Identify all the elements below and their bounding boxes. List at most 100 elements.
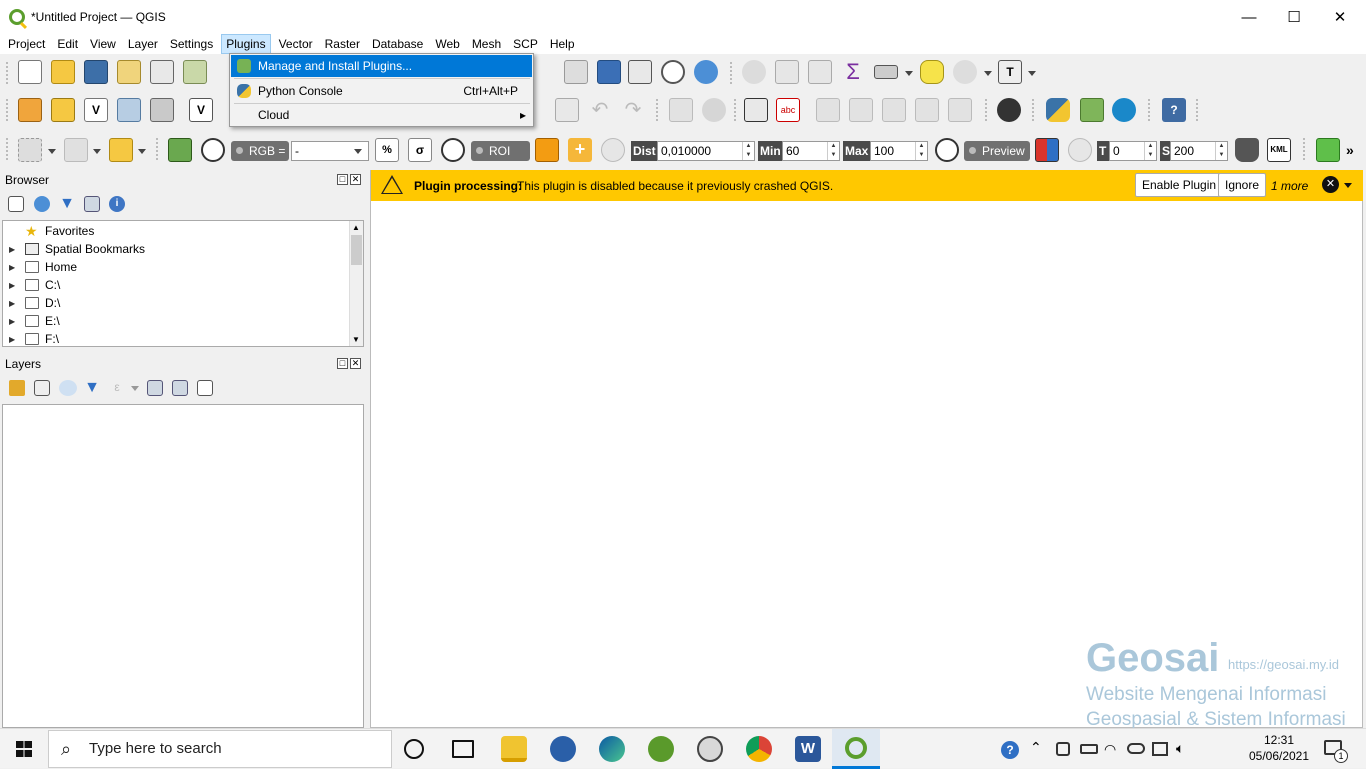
menu-edit[interactable]: Edit: [53, 34, 82, 54]
menu-mesh[interactable]: Mesh: [468, 34, 505, 54]
collapse-all-icon[interactable]: [172, 380, 188, 396]
menu-item-cloud[interactable]: Cloud ▸: [231, 104, 532, 126]
show-hide-labels-icon[interactable]: [849, 98, 873, 122]
zoom-preview-icon[interactable]: [935, 138, 959, 162]
menu-scp[interactable]: SCP: [509, 34, 542, 54]
network-icon[interactable]: [1152, 742, 1168, 756]
menu-item-manage-plugins[interactable]: Manage and Install Plugins...: [231, 55, 532, 77]
quickmapservices-icon[interactable]: [997, 98, 1021, 122]
move-label-icon[interactable]: [882, 98, 906, 122]
field-calculator-icon[interactable]: [808, 60, 832, 84]
save-project-icon[interactable]: [84, 60, 108, 84]
chevron-down-icon[interactable]: [984, 71, 992, 76]
local-cumulative-stretch-icon[interactable]: %: [375, 138, 399, 162]
close-panel-button[interactable]: ✕: [350, 174, 361, 185]
add-roi-icon[interactable]: +: [568, 138, 592, 162]
undo-icon[interactable]: ↶: [588, 98, 612, 122]
expand-arrow-icon[interactable]: ▶: [9, 299, 19, 308]
refresh-icon[interactable]: [34, 196, 50, 212]
battery-icon[interactable]: [1080, 744, 1098, 754]
chevron-down-icon[interactable]: [905, 71, 913, 76]
word-icon[interactable]: W: [795, 736, 821, 762]
expand-arrow-icon[interactable]: ▶: [9, 281, 19, 290]
t-field[interactable]: 0 ▲ ▼: [1109, 141, 1157, 161]
measure-line-icon[interactable]: [874, 65, 898, 79]
qgis-desktop-icon[interactable]: [550, 736, 576, 762]
tree-item-spatial-bookmarks[interactable]: ▶ Spatial Bookmarks: [3, 240, 145, 258]
toolbar-overflow-button[interactable]: »: [1346, 138, 1360, 162]
scroll-down-arrow-icon[interactable]: ▼: [352, 335, 360, 344]
earth-app-icon[interactable]: [648, 736, 674, 762]
close-message-icon[interactable]: ✕: [1322, 176, 1339, 193]
filter-by-expression-icon[interactable]: ε: [109, 380, 125, 396]
remove-temp-files-icon[interactable]: [1235, 138, 1259, 162]
std-dev-stretch-icon[interactable]: σ: [408, 138, 432, 162]
open-layer-styling-icon[interactable]: [9, 380, 25, 396]
create-roi-icon[interactable]: [535, 138, 559, 162]
kml-export-icon[interactable]: KML: [1267, 138, 1291, 162]
cortana-icon[interactable]: [404, 739, 424, 759]
pin-labels-icon[interactable]: [816, 98, 840, 122]
t-spinner[interactable]: ▲ ▼: [1144, 142, 1156, 160]
min-field[interactable]: 60 ▲ ▼: [782, 141, 840, 161]
s-field[interactable]: 200 ▲ ▼: [1170, 141, 1228, 161]
preview-pointer-icon[interactable]: [1035, 138, 1059, 162]
select-features-icon[interactable]: [18, 138, 42, 162]
chevron-down-icon[interactable]: [1028, 71, 1036, 76]
zoom-input-image-icon[interactable]: [201, 138, 225, 162]
add-raster-layer-icon[interactable]: [150, 98, 174, 122]
dist-spinner[interactable]: ▲ ▼: [742, 142, 754, 160]
volume-icon[interactable]: 🔈︎: [1176, 740, 1184, 757]
style-manager-icon[interactable]: [183, 60, 207, 84]
browser-scrollbar[interactable]: ▲ ▼: [349, 221, 363, 346]
chevron-down-icon[interactable]: [48, 149, 56, 154]
max-spinner[interactable]: ▲ ▼: [915, 142, 927, 160]
tree-item-drive-d[interactable]: ▶ D:\: [3, 294, 60, 312]
globe-app-icon[interactable]: [697, 736, 723, 762]
new-project-icon[interactable]: [18, 60, 42, 84]
s-spinner[interactable]: ▲ ▼: [1215, 142, 1227, 160]
redo-roi-icon[interactable]: [601, 138, 625, 162]
data-source-manager-icon[interactable]: [18, 98, 42, 122]
statistical-summary-icon[interactable]: Σ: [841, 60, 865, 84]
zoom-layer-icon[interactable]: [564, 60, 588, 84]
new-geopackage-layer-icon[interactable]: [51, 98, 75, 122]
menu-help[interactable]: Help: [546, 34, 579, 54]
taskbar-search-input[interactable]: ⌕ Type here to search: [48, 730, 392, 768]
change-label-icon[interactable]: [948, 98, 972, 122]
file-explorer-icon[interactable]: [501, 736, 527, 762]
unplaced-labels-icon[interactable]: abc: [776, 98, 800, 122]
open-attribute-table-icon[interactable]: [775, 60, 799, 84]
ignore-button[interactable]: Ignore: [1218, 173, 1267, 197]
chevron-down-icon[interactable]: [1344, 183, 1352, 188]
layers-tree[interactable]: [2, 404, 364, 728]
enable-plugin-button[interactable]: Enable Plugin: [1135, 173, 1224, 197]
deselect-icon[interactable]: [64, 138, 88, 162]
chrome-icon[interactable]: [746, 736, 772, 762]
tree-item-drive-c[interactable]: ▶ C:\: [3, 276, 60, 294]
band-calc-icon[interactable]: [1316, 138, 1340, 162]
close-button[interactable]: ✕: [1317, 0, 1363, 34]
diagram-properties-icon[interactable]: [702, 98, 726, 122]
temporal-controller-icon[interactable]: [661, 60, 685, 84]
menu-web[interactable]: Web: [431, 34, 463, 54]
spatial-query-icon[interactable]: [953, 60, 977, 84]
add-selected-layers-icon[interactable]: [8, 196, 24, 212]
tray-app-icon[interactable]: [1056, 742, 1070, 756]
menu-database[interactable]: Database: [368, 34, 427, 54]
menu-view[interactable]: View: [86, 34, 120, 54]
map-tips-icon[interactable]: [920, 60, 944, 84]
digitize-icon[interactable]: [117, 98, 141, 122]
scroll-up-arrow-icon[interactable]: ▲: [352, 223, 360, 232]
expand-all-icon[interactable]: [147, 380, 163, 396]
menu-layer[interactable]: Layer: [124, 34, 162, 54]
chevron-down-icon[interactable]: [131, 386, 139, 391]
task-view-icon[interactable]: [452, 740, 474, 758]
maximize-button[interactable]: ☐: [1271, 0, 1317, 34]
add-group-icon[interactable]: [34, 380, 50, 396]
add-vector-layer-icon[interactable]: V: [84, 98, 108, 122]
new-print-layout-icon[interactable]: [117, 60, 141, 84]
manage-map-themes-icon[interactable]: [59, 380, 77, 396]
windows-start-icon[interactable]: [16, 741, 32, 757]
chevron-down-icon[interactable]: [93, 149, 101, 154]
